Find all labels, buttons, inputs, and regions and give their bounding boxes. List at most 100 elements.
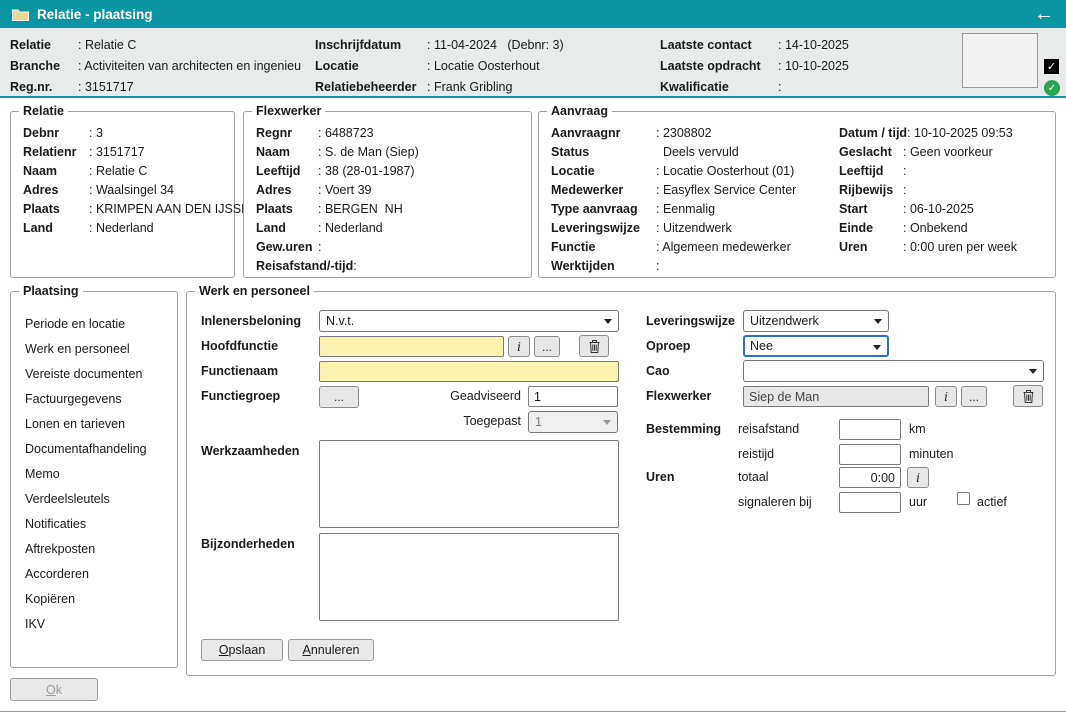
leveringswijze-value: Uitzendwerk [750,314,819,328]
row-uren: Uren: 0:00 uren per week [839,238,1017,257]
photo-placeholder [962,33,1038,88]
flexwerker-info-button[interactable]: i [935,386,957,407]
flexwerker-panel: Flexwerker Regnr: 6488723 Naam: S. de Ma… [243,111,532,278]
menu-item-aftrekposten[interactable]: Aftrekposten [25,537,177,562]
field-label: Leeftijd [256,162,318,181]
inlenersbeloning-label: Inlenersbeloning [201,314,301,329]
geadviseerd-input[interactable] [528,386,618,407]
signaleren-bij-input[interactable] [839,492,901,513]
aanvraag-right: Datum / tijd: 10-10-2025 09:53 Geslacht:… [839,124,1017,257]
field-label: Functie [551,238,656,257]
menu-item-factuurgegevens[interactable]: Factuurgegevens [25,387,177,412]
row-land: Land: Nederland [23,219,234,238]
field-value: : 6488723 [318,124,374,143]
flag-checkbox[interactable]: ✓ [1044,59,1059,74]
field-label: Werktijden [551,257,656,276]
flexwerker-legend: Flexwerker [252,104,325,119]
ellipsis-icon: ... [542,340,552,354]
field-label: Reg.nr. [10,77,78,98]
hoofdfunctie-input[interactable] [319,336,504,357]
geadviseerd-label: Geadviseerd [427,389,521,404]
field-value: : [656,257,659,276]
header-row: Locatie: Locatie Oosterhout [315,56,564,77]
ok-button[interactable]: Ok [10,678,98,701]
bijzonderheden-textarea[interactable] [319,533,619,621]
field-value: : 2308802 [656,124,712,143]
field-label: Leeftijd [839,162,903,181]
aanvraag-legend: Aanvraag [547,104,612,119]
field-value: : [903,162,906,181]
field-value: : S. de Man (Siep) [318,143,419,162]
cao-select[interactable] [743,360,1044,382]
menu-item-werk-en-personeel[interactable]: Werk en personeel [25,337,177,362]
folder-icon [12,8,29,21]
row-relatienr: Relatienr: 3151717 [23,143,234,162]
hoofdfunctie-info-button[interactable]: i [508,336,530,357]
inlenersbeloning-select[interactable]: N.v.t. [319,310,619,332]
menu-item-notificaties[interactable]: Notificaties [25,512,177,537]
field-value: : Nederland [318,219,383,238]
field-value: : 3 [89,124,103,143]
werkzaamheden-textarea[interactable] [319,440,619,528]
hoofdfunctie-delete-button[interactable] [579,335,609,357]
field-label: Aanvraagnr [551,124,656,143]
flexwerker-input [743,386,929,407]
field-value: : Nederland [89,219,154,238]
trash-icon [589,340,600,353]
chevron-down-icon [603,420,611,425]
row-gew-uren: Gew.uren: [256,238,531,257]
flexwerker-delete-button[interactable] [1013,385,1043,407]
back-icon[interactable]: ← [1034,4,1054,24]
actief-checkbox[interactable] [957,492,970,505]
field-value: : BERGEN NH [318,200,403,219]
menu-item-accorderen[interactable]: Accorderen [25,562,177,587]
opslaan-label: Opslaan [219,643,266,657]
chevron-down-icon [1029,369,1037,374]
field-label: Relatienr [23,143,89,162]
field-value: Deels vervuld [656,143,739,162]
field-label: Einde [839,219,903,238]
functienaam-label: Functienaam [201,364,278,379]
flexwerker-browse-button[interactable]: ... [961,386,987,407]
menu-item-documentafhandeling[interactable]: Documentafhandeling [25,437,177,462]
oproep-label: Oproep [646,339,690,354]
uur-label: uur [909,495,927,510]
uren-info-button[interactable]: i [907,467,929,488]
werkzaamheden-label: Werkzaamheden [201,444,299,459]
field-value: : 11-04-2024 (Debnr: 3) [427,35,564,56]
menu-item-verdeelsleutels[interactable]: Verdeelsleutels [25,487,177,512]
totaal-input[interactable] [839,467,901,488]
menu-item-kopieren[interactable]: Kopiëren [25,587,177,612]
field-label: Locatie [551,162,656,181]
field-label: Plaats [23,200,89,219]
menu-item-lonen-en-tarieven[interactable]: Lonen en tarieven [25,412,177,437]
field-value: : Locatie Oosterhout (01) [656,162,794,181]
menu-item-ikv[interactable]: IKV [25,612,177,637]
reistijd-input[interactable] [839,444,901,465]
aanvraag-panel: Aanvraag Aanvraagnr: 2308802 Status Deel… [538,111,1056,278]
annuleren-button[interactable]: Annuleren [288,639,374,661]
field-value: : Voert 39 [318,181,372,200]
header-row: Branche: Activiteiten van architecten en… [10,56,301,77]
field-label: Laatste contact [660,35,778,56]
info-icon: i [517,340,521,354]
menu-item-periode-en-locatie[interactable]: Periode en locatie [25,312,177,337]
leveringswijze-select[interactable]: Uitzendwerk [743,310,889,332]
field-value: : Geen voorkeur [903,143,993,162]
field-label: Kwalificatie [660,77,778,98]
field-label: Debnr [23,124,89,143]
oproep-select[interactable]: Nee [743,335,889,357]
field-value: : 3151717 [89,143,145,162]
menu-item-vereiste-documenten[interactable]: Vereiste documenten [25,362,177,387]
reisafstand-input[interactable] [839,419,901,440]
oproep-value: Nee [750,339,773,353]
functiegroep-browse-button[interactable]: ... [319,386,359,408]
functienaam-input[interactable] [319,361,619,382]
field-value: : 06-10-2025 [903,200,974,219]
menu-item-memo[interactable]: Memo [25,462,177,487]
opslaan-button[interactable]: Opslaan [201,639,283,661]
row-leeftijd: Leeftijd: 38 (28-01-1987) [256,162,531,181]
field-label: Regnr [256,124,318,143]
hoofdfunctie-browse-button[interactable]: ... [534,336,560,357]
hoofdfunctie-label: Hoofdfunctie [201,339,278,354]
